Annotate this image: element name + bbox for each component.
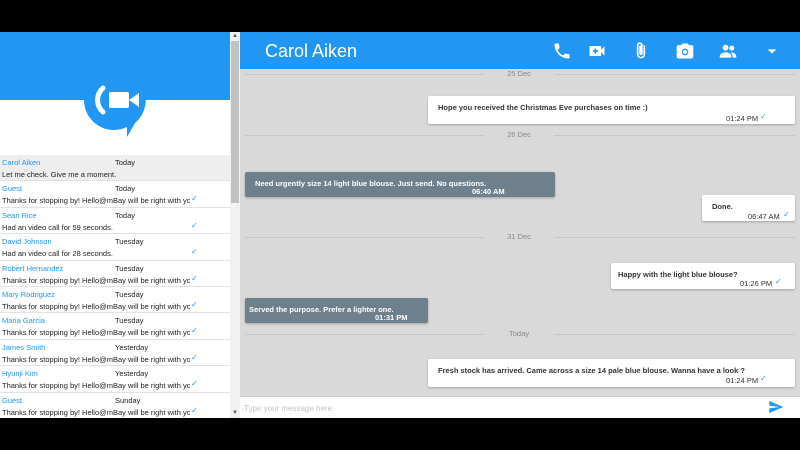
send-icon[interactable] — [768, 399, 784, 415]
contact-last-message: Thanks for stopping by! Hello@mBay will … — [2, 381, 190, 391]
contact-item[interactable]: Robert Hernandez Tuesday Thanks for stop… — [0, 261, 230, 287]
contact-item[interactable]: James Smith Yesterday Thanks for stoppin… — [0, 340, 230, 367]
contact-last-message: Thanks for stopping by! Hello@mBay will … — [2, 328, 190, 338]
sidebar-scrollbar[interactable]: ▲ ▼ — [230, 32, 240, 418]
read-check-icon: ✓ — [191, 326, 198, 336]
message-text: Need urgently size 14 light blue blouse.… — [255, 179, 487, 188]
contact-last-message: Had an video call for 28 seconds. — [2, 249, 113, 259]
read-check-icon: ✓ — [191, 273, 198, 283]
contact-item[interactable]: Carol Aiken Today Let me check. Give me … — [0, 155, 230, 182]
contact-name: David Johnson — [2, 237, 52, 247]
message-time: 01:31 PM — [375, 313, 408, 322]
contact-last-message: Thanks for stopping by! Hello@mBay will … — [2, 196, 190, 206]
contact-time: Today — [115, 210, 136, 220]
message-text: Fresh stock has arrived. Came across a s… — [438, 366, 745, 375]
contact-time: Today — [115, 184, 136, 194]
contact-last-message: Thanks for stopping by! Hello@mBay will … — [2, 407, 190, 417]
contact-name: James Smith — [2, 342, 46, 352]
message-bubble[interactable]: Fresh stock has arrived. Came across a s… — [428, 359, 795, 387]
contact-last-message: Had an video call for 59 seconds. — [2, 222, 113, 232]
contact-time: Tuesday — [115, 263, 144, 273]
contact-name: Sean Rice — [2, 210, 37, 220]
read-check-icon: ✓ — [191, 379, 198, 389]
contact-name: Robert Hernandez — [2, 263, 64, 273]
message-time: 06:47 AM — [748, 212, 780, 221]
contact-item[interactable]: Guest Sunday Thanks for stopping by! Hel… — [0, 393, 230, 418]
message-time: 01:24 PM — [726, 114, 759, 123]
contact-name: Guest — [2, 395, 23, 405]
contact-name: Guest — [2, 184, 23, 194]
chat-contact-name: Carol Aiken — [265, 41, 358, 61]
sidebar: Carol Aiken Today Let me check. Give me … — [0, 32, 240, 418]
read-check-icon: ✓ — [783, 210, 790, 219]
chat-app: Carol Aiken Today Let me check. Give me … — [0, 32, 800, 418]
read-check-icon: ✓ — [760, 374, 767, 383]
read-check-icon: ✓ — [191, 247, 198, 257]
message-composer — [240, 396, 800, 418]
message-bubble[interactable]: Need urgently size 14 light blue blouse.… — [245, 172, 555, 197]
day-label: Today — [484, 329, 554, 338]
message-bubble[interactable]: Served the purpose. Prefer a lighter one… — [245, 298, 428, 323]
group-icon[interactable] — [718, 41, 738, 61]
contact-item[interactable]: Hyunji Kim Yesterday Thanks for stopping… — [0, 366, 230, 393]
contact-name: Carol Aiken — [2, 158, 41, 167]
read-check-icon: ✓ — [191, 220, 198, 230]
contact-list: Carol Aiken Today Let me check. Give me … — [0, 155, 230, 418]
contact-time: Tuesday — [115, 316, 144, 326]
camera-icon[interactable] — [675, 41, 695, 61]
read-check-icon: ✓ — [191, 299, 198, 309]
read-check-icon: ✓ — [191, 405, 198, 415]
message-text: Done. — [712, 202, 733, 211]
read-check-icon: ✓ — [191, 194, 198, 204]
contact-name: Hyunji Kim — [2, 369, 38, 379]
video-chat-logo-icon — [83, 68, 147, 138]
contact-item[interactable]: Mary Rodriguez Tuesday Thanks for stoppi… — [0, 287, 230, 314]
contact-time: Today — [115, 158, 136, 167]
contact-last-message: Thanks for stopping by! Hello@mBay will … — [2, 275, 190, 285]
chat-pane: Carol Aiken 25 Dec 26 Dec 31 Dec Today H… — [240, 32, 800, 418]
dropdown-caret-icon[interactable] — [762, 41, 782, 61]
day-label: 25 Dec — [484, 69, 554, 78]
contact-last-message: Thanks for stopping by! Hello@mBay will … — [2, 301, 190, 311]
contact-item[interactable]: Sean Rice Today Had an video call for 59… — [0, 208, 230, 235]
message-time: 01:26 PM — [740, 279, 773, 288]
message-bubble[interactable]: Done. 06:47 AM ✓ — [702, 195, 795, 221]
contact-name: Mary Rodriguez — [2, 289, 55, 299]
paperclip-icon[interactable] — [631, 41, 651, 61]
read-check-icon: ✓ — [775, 277, 782, 286]
phone-icon[interactable] — [552, 41, 572, 61]
contact-name: Maria Garcia — [2, 316, 45, 326]
day-label: 31 Dec — [484, 232, 554, 241]
message-bubble[interactable]: Happy with the light blue blouse? 01:26 … — [611, 263, 795, 289]
read-check-icon: ✓ — [191, 352, 198, 362]
scroll-down-arrow-icon[interactable]: ▼ — [231, 409, 239, 417]
contact-last-message: Let me check. Give me a moment. — [2, 170, 117, 179]
day-label: 26 Dec — [484, 130, 554, 139]
contact-time: Sunday — [115, 395, 141, 405]
message-time: 06:40 AM — [472, 187, 505, 196]
scroll-up-arrow-icon[interactable]: ▲ — [231, 32, 239, 40]
contact-time: Tuesday — [115, 237, 144, 247]
message-text: Hope you received the Christmas Eve purc… — [438, 103, 648, 112]
contact-item[interactable]: Maria Garcia Tuesday Thanks for stopping… — [0, 313, 230, 340]
chat-header: Carol Aiken — [240, 32, 800, 69]
message-time: 01:24 PM — [726, 376, 759, 385]
read-check-icon: ✓ — [760, 112, 767, 121]
message-input[interactable] — [244, 400, 754, 416]
contact-last-message: Thanks for stopping by! Hello@mBay will … — [2, 354, 190, 364]
scrollbar-thumb[interactable] — [231, 41, 239, 203]
video-camera-icon[interactable] — [587, 41, 607, 61]
message-text: Happy with the light blue blouse? — [618, 270, 738, 279]
contact-item[interactable]: David Johnson Tuesday Had an video call … — [0, 234, 230, 261]
message-text: Served the purpose. Prefer a lighter one… — [249, 305, 394, 314]
contact-time: Yesterday — [115, 342, 149, 352]
contact-item[interactable]: Guest Today Thanks for stopping by! Hell… — [0, 181, 230, 208]
contact-time: Tuesday — [115, 289, 144, 299]
message-bubble[interactable]: Hope you received the Christmas Eve purc… — [428, 96, 795, 124]
contact-time: Yesterday — [115, 369, 149, 379]
